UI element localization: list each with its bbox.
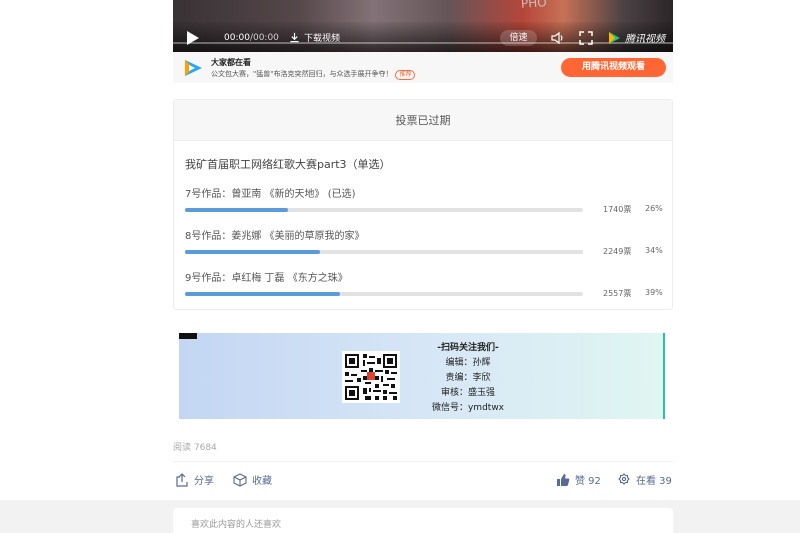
current-time: 00:00 — [224, 33, 250, 43]
recommend-section: 喜欢此内容的人还喜欢 — [0, 500, 800, 533]
qr-wechat-id: 微信号：ymdtwx — [431, 403, 505, 413]
tencent-video-logo: 腾讯视频 — [607, 30, 665, 45]
vote-option-percent: 26% — [645, 204, 663, 213]
tencent-video-icon — [609, 31, 620, 44]
watching-icon — [618, 472, 630, 485]
video-player[interactable]: PHO 00:00/00:00 下载视频 倍速 腾讯视频 — [173, 0, 673, 52]
recommend-label: 喜欢此内容的人还喜欢 — [191, 520, 282, 530]
vote-status: 投票已过期 — [174, 100, 672, 141]
share-label: 分享 — [194, 476, 214, 487]
corner-mark — [179, 333, 197, 339]
promo-subtitle: 公文包大赛，"猛兽"布洛克突然回归，与众选手展开争夺！ 推荐 — [211, 69, 416, 80]
vote-option-bar — [185, 292, 583, 296]
share-icon — [176, 472, 188, 487]
watching-label: 在看 39 — [636, 476, 672, 487]
recommend-card: 喜欢此内容的人还喜欢 — [173, 508, 673, 533]
play-icon[interactable] — [187, 31, 199, 45]
vote-option-percent: 34% — [645, 246, 663, 255]
total-time: /00:00 — [249, 33, 279, 43]
volume-icon[interactable] — [550, 31, 564, 45]
download-icon — [290, 32, 299, 43]
share-button[interactable]: 分享 — [175, 472, 214, 487]
tencent-video-brand: 腾讯视频 — [625, 34, 665, 45]
qr-reviewer: 审核：盛玉强 — [440, 388, 495, 398]
vote-option: 8号作品：姜兆娜 《美丽的草原我的家》 2249票 34% — [185, 227, 665, 256]
favorite-label: 收藏 — [252, 476, 272, 487]
vote-box: 投票已过期 我矿首届职工网络红歌大赛part3（单选） 7号作品：曾亚南 《新的… — [173, 99, 673, 310]
fullscreen-icon[interactable] — [579, 31, 593, 45]
qr-heading: -扫码关注我们- — [437, 343, 499, 353]
vote-option: 7号作品：曾亚南 《新的天地》 (已选) 1740票 26% — [185, 185, 665, 214]
qr-editor: 编辑：孙辉 — [445, 358, 491, 368]
favorite-button[interactable]: 收藏 — [233, 472, 272, 487]
vote-option-label: 8号作品：姜兆娜 《美丽的草原我的家》 — [185, 231, 365, 242]
thumbs-up-icon — [557, 473, 570, 486]
article-actions: 分享 收藏 赞 92 在看 39 — [173, 472, 673, 490]
download-label: 下载视频 — [304, 34, 341, 44]
promo-subtitle-text: 公文包大赛，"猛兽"布洛克突然回归，与众选手展开争夺！ — [211, 70, 393, 78]
vote-question: 我矿首届职工网络红歌大赛part3（单选） — [185, 158, 391, 171]
qr-code[interactable] — [342, 351, 400, 403]
vote-option-bar — [185, 208, 583, 212]
vote-option-bar — [185, 250, 583, 254]
vote-option-count: 1740票 — [603, 205, 632, 214]
video-time: 00:00/00:00 — [224, 33, 279, 43]
tencent-video-app-icon — [185, 60, 202, 76]
follow-qr-card: -扫码关注我们- 编辑：孙辉 责编：李欣 审核：盛玉强 微信号：ymdtwx — [179, 333, 665, 419]
qr-code-icon — [345, 354, 397, 400]
vote-option-percent: 39% — [645, 288, 663, 297]
vote-option-label: 9号作品：卓红梅 丁磊 《东方之珠》 — [185, 273, 348, 284]
open-tencent-video-button[interactable]: 用腾讯视频观看 — [561, 58, 666, 77]
like-label: 赞 92 — [575, 476, 601, 487]
watching-button[interactable]: 在看 39 — [617, 472, 672, 487]
promo-title: 大家都在看 — [211, 58, 251, 67]
download-video-button[interactable]: 下载视频 — [289, 31, 340, 44]
article-page: PHO 00:00/00:00 下载视频 倍速 腾讯视频 大家都在看 公文包大赛… — [0, 0, 800, 533]
vote-option-label: 7号作品：曾亚南 《新的天地》 (已选) — [185, 189, 356, 200]
qr-chief-editor: 责编：李欣 — [445, 373, 491, 383]
like-button[interactable]: 赞 92 — [556, 472, 601, 487]
speed-button[interactable]: 倍速 — [500, 30, 537, 46]
vote-option: 9号作品：卓红梅 丁磊 《东方之珠》 2557票 39% — [185, 269, 665, 298]
vote-option-count: 2249票 — [603, 247, 632, 256]
qr-card-text: -扫码关注我们- 编辑：孙辉 责编：李欣 审核：盛玉强 微信号：ymdtwx — [408, 341, 528, 416]
vote-option-fill — [185, 250, 321, 254]
vote-option-fill — [185, 292, 341, 296]
box-icon — [233, 472, 247, 487]
tencent-promo-bar[interactable]: 大家都在看 公文包大赛，"猛兽"布洛克突然回归，与众选手展开争夺！ 推荐 用腾讯视… — [173, 52, 673, 83]
promo-badge: 推荐 — [395, 70, 416, 80]
video-frame-text: PHO — [520, 0, 548, 11]
divider — [173, 461, 673, 462]
vote-option-fill — [185, 208, 289, 212]
read-count: 阅读 7684 — [173, 443, 217, 453]
vote-option-count: 2557票 — [603, 289, 632, 298]
